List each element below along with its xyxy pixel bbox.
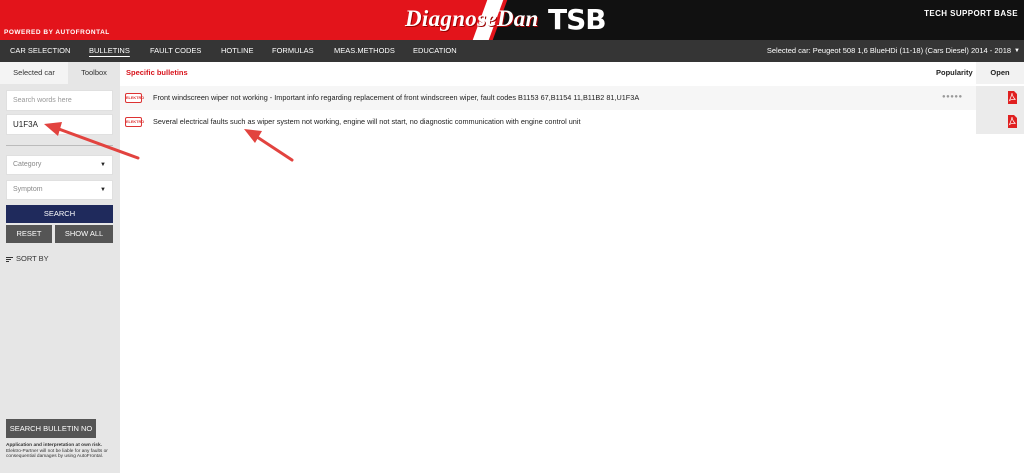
nav-bulletins[interactable]: BULLETINS xyxy=(89,40,130,62)
nav-car-selection[interactable]: CAR SELECTION xyxy=(10,40,70,62)
nav-education[interactable]: EDUCATION xyxy=(413,40,457,62)
reset-button[interactable]: RESET xyxy=(6,225,52,243)
nav-formulas[interactable]: FORMULAS xyxy=(272,40,314,62)
nav-hotline[interactable]: HOTLINE xyxy=(221,40,254,62)
header-banner: POWERED BY AUTOFRONTAL DiagnoseDan TSB T… xyxy=(0,0,1024,40)
sort-by-control[interactable]: SORT BY xyxy=(6,254,49,263)
open-column-header: Open xyxy=(976,62,1024,84)
search-code-input[interactable]: U1F3A xyxy=(6,114,113,135)
bulletins-header: Specific bulletins Popularity Open xyxy=(120,62,1024,84)
tab-selected-car[interactable]: Selected car xyxy=(0,62,68,84)
tagline: TECH SUPPORT BASE xyxy=(924,9,1018,18)
selected-car-dropdown[interactable]: Selected car: Peugeot 508 1,6 BlueHDi (1… xyxy=(767,40,1020,62)
popularity-rating: ●●●●● xyxy=(942,94,963,100)
nav-meas-methods[interactable]: MEAS.METHODS xyxy=(334,40,395,62)
chevron-down-icon: ▼ xyxy=(100,162,106,168)
bulletin-title[interactable]: Several electrical faults such as wiper … xyxy=(153,110,580,134)
show-all-button[interactable]: SHOW ALL xyxy=(55,225,113,243)
powered-by-text: POWERED BY AUTOFRONTAL xyxy=(4,29,110,36)
nav-fault-codes[interactable]: FAULT CODES xyxy=(150,40,201,62)
bulletins-panel: Specific bulletins Popularity Open ELEKT… xyxy=(120,62,1024,473)
disclaimer: Application and interpretation at own ri… xyxy=(6,443,118,460)
symptom-select-label: Symptom xyxy=(13,186,43,193)
disclaimer-text: Elektro-Partner will not be liable for a… xyxy=(6,448,108,460)
sidebar: Selected car Toolbox Search words here U… xyxy=(0,62,120,473)
tab-toolbox[interactable]: Toolbox xyxy=(68,62,120,84)
pdf-icon[interactable] xyxy=(1007,91,1017,104)
bulletin-title[interactable]: Front windscreen wiper not working - Imp… xyxy=(153,86,639,110)
chevron-down-icon: ▼ xyxy=(100,187,106,193)
search-bulletin-no-button[interactable]: SEARCH BULLETIN NO xyxy=(6,419,96,438)
sort-by-label: SORT BY xyxy=(16,254,49,263)
section-title: Specific bulletins xyxy=(126,68,188,77)
tsb-logo: TSB xyxy=(548,3,607,36)
diagnosedan-logo: DiagnoseDan xyxy=(405,6,539,31)
popularity-column-header[interactable]: Popularity xyxy=(936,62,973,84)
sort-icon xyxy=(6,256,13,263)
pdf-icon[interactable] xyxy=(1007,115,1017,128)
disclaimer-heading: Application and interpretation at own ri… xyxy=(6,443,102,448)
search-button[interactable]: SEARCH xyxy=(6,205,113,223)
elektro-badge-icon: ELEKTRO xyxy=(125,117,144,127)
search-words-input[interactable]: Search words here xyxy=(6,90,113,111)
bulletin-row[interactable]: ELEKTRO Front windscreen wiper not worki… xyxy=(120,86,1024,110)
symptom-select[interactable]: Symptom ▼ xyxy=(6,180,113,200)
sidebar-divider xyxy=(6,145,113,146)
elektro-badge-icon: ELEKTRO xyxy=(125,93,144,103)
selected-car-label: Selected car: Peugeot 508 1,6 BlueHDi (1… xyxy=(766,46,1012,55)
main-nav: CAR SELECTION BULLETINS FAULT CODES HOTL… xyxy=(0,40,1024,62)
caret-down-icon: ▼ xyxy=(1014,48,1020,55)
bulletin-row[interactable]: ELEKTRO Several electrical faults such a… xyxy=(120,110,1024,134)
category-select-label: Category xyxy=(13,161,42,168)
category-select[interactable]: Category ▼ xyxy=(6,155,113,175)
